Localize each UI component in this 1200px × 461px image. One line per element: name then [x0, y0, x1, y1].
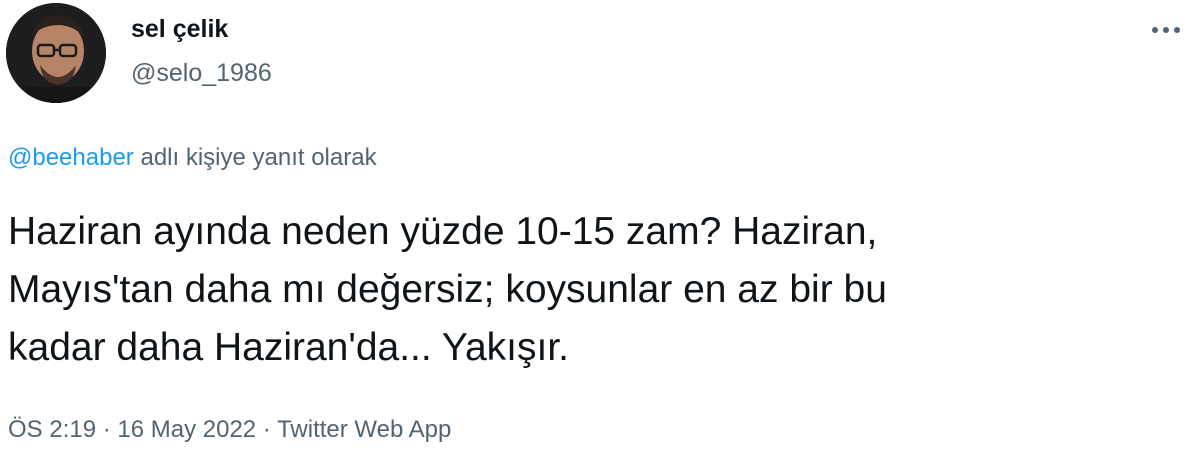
tweet-source-link[interactable]: Twitter Web App: [277, 416, 451, 443]
author-handle[interactable]: @selo_1986: [131, 59, 272, 88]
tweet-time-link[interactable]: ÖS 2:19: [8, 416, 96, 443]
meta-separator: ·: [256, 416, 278, 443]
meta-separator: ·: [96, 416, 118, 443]
author-display-name[interactable]: sel çelik: [131, 15, 228, 44]
more-options-button[interactable]: [1146, 16, 1186, 44]
tweet-meta: ÖS 2:19 · 16 May 2022 · Twitter Web App: [8, 416, 451, 444]
tweet-text-line: Mayıs'tan daha mı değersiz; koysunlar en…: [8, 268, 887, 311]
reply-context: @beehaber adlı kişiye yanıt olarak: [8, 144, 377, 172]
more-horizontal-icon: [1152, 27, 1180, 33]
tweet-date-link[interactable]: 16 May 2022: [117, 416, 256, 443]
avatar-image: [6, 3, 106, 103]
tweet-text-line: kadar daha Haziran'da... Yakışır.: [8, 326, 569, 369]
tweet-text-line: Haziran ayında neden yüzde 10-15 zam? Ha…: [8, 210, 878, 253]
reply-context-text: adlı kişiye yanıt olarak: [133, 144, 377, 171]
reply-mention-link[interactable]: @beehaber: [8, 144, 134, 171]
tweet-text: Haziran ayında neden yüzde 10-15 zam? Ha…: [8, 203, 1158, 377]
avatar[interactable]: [6, 3, 106, 103]
